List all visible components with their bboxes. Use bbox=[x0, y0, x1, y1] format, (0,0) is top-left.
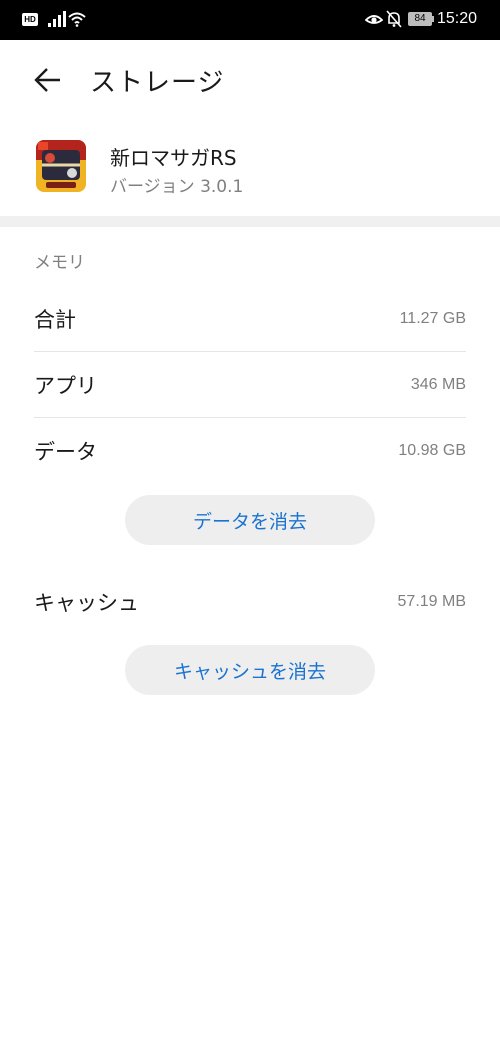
row-label: アプリ bbox=[34, 373, 97, 398]
row-label: データ bbox=[34, 440, 97, 464]
cache-row: キャッシュ 57.19 MB bbox=[34, 569, 466, 635]
signal-icon bbox=[48, 11, 66, 27]
row-value: 11.27 GB bbox=[399, 309, 466, 327]
row-label: 合計 bbox=[34, 307, 76, 332]
arrow-back-icon bbox=[34, 68, 60, 92]
status-bar: HD 84 15:20 bbox=[0, 0, 500, 40]
section-divider bbox=[0, 216, 500, 227]
status-time: 15:20 bbox=[437, 10, 478, 27]
memory-section-label: メモリ bbox=[34, 253, 85, 273]
battery-indicator: 84 bbox=[408, 12, 432, 26]
app-bar: ストレージ bbox=[0, 40, 500, 120]
page-title: ストレージ bbox=[90, 68, 225, 98]
row-value: 346 MB bbox=[410, 375, 466, 393]
cache-value: 57.19 MB bbox=[397, 593, 466, 610]
memory-row-app: アプリ 346 MB bbox=[34, 352, 466, 418]
back-button[interactable] bbox=[30, 62, 66, 98]
clear-cache-button[interactable]: キャッシュを消去 bbox=[125, 645, 375, 695]
app-info: 新ロマサガRS バージョン 3.0.1 bbox=[0, 120, 500, 216]
cache-label: キャッシュ bbox=[34, 591, 139, 615]
app-name: 新ロマサガRS bbox=[110, 146, 237, 170]
notifications-off-icon bbox=[386, 10, 402, 28]
wifi-icon bbox=[68, 12, 86, 27]
memory-row-data: データ 10.98 GB bbox=[34, 418, 466, 484]
clear-data-button[interactable]: データを消去 bbox=[125, 495, 375, 545]
row-value: 10.98 GB bbox=[398, 442, 466, 459]
battery-tip bbox=[432, 16, 434, 22]
app-version: バージョン 3.0.1 bbox=[110, 177, 244, 197]
hd-voice-icon: HD bbox=[22, 13, 38, 26]
memory-row-total: 合計 11.27 GB bbox=[34, 286, 466, 352]
eye-comfort-icon bbox=[365, 15, 383, 24]
app-icon bbox=[36, 140, 86, 192]
